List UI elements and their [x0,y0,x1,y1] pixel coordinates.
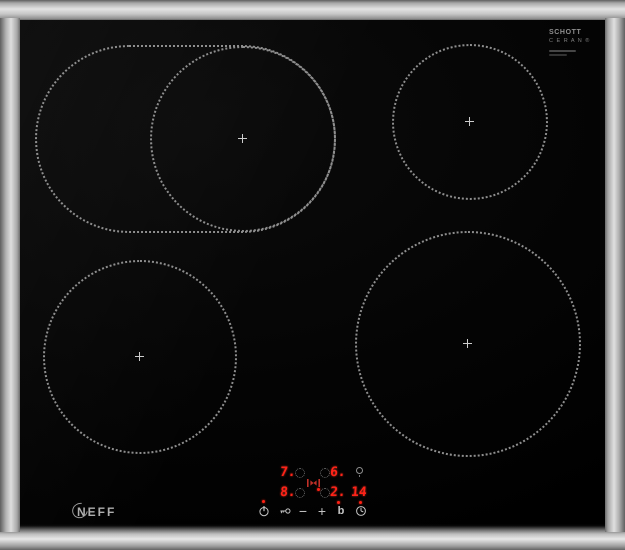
neff-logo: NEFF [69,499,116,522]
zone-select-ring-rear-left[interactable] [295,468,305,478]
move-pan-indicator-icon [307,479,320,487]
model-fineprint [549,49,590,56]
child-lock-button[interactable] [279,505,291,517]
timer-led-left [337,501,340,504]
zone-select-ring-rear-right[interactable] [320,468,330,478]
power-button[interactable] [258,505,270,517]
ceran-text: C E R A N ® [549,37,591,44]
zone-center-mark-front-left [135,352,144,361]
touch-control-panel: 7. 6. 8. 2. 14 − + b [250,460,410,526]
power-standby-icon [259,506,269,517]
clock-timer-button[interactable] [355,505,367,517]
zone-center-mark-rear-right [465,117,474,126]
induction-hob: SCHOTT C E R A N ® NEFF 7. 6. 8. 2. 14 −… [0,0,625,550]
zone-select-ring-front-left[interactable] [295,488,305,498]
plus-button[interactable]: + [316,504,328,518]
level-display-front-left: 8. [279,485,297,500]
indicator-lamp-icon [356,467,363,477]
level-display-rear-right: 6. [329,465,347,480]
zone-center-mark-front-right [463,339,472,348]
zone-center-mark-rear-left [238,134,247,143]
timer-led-right [359,501,362,504]
timer-display: 14 [350,485,368,500]
glass-brand-marking: SCHOTT C E R A N ® [549,29,590,58]
minus-button[interactable]: − [297,504,309,518]
level-display-front-right: 2. [329,485,347,500]
schott-text: SCHOTT [549,29,582,36]
timer-function-button[interactable]: b [335,505,347,517]
zone-select-ring-front-right[interactable] [320,488,330,498]
steel-frame-bottom [0,530,625,550]
level-display-rear-left: 7. [279,465,297,480]
steel-frame-right [605,18,625,532]
steel-frame-top [0,0,625,20]
power-on-led [262,500,265,503]
clock-timer-icon [356,506,366,516]
key-icon [280,508,291,514]
ceramic-glass-surface: SCHOTT C E R A N ® NEFF 7. 6. 8. 2. 14 −… [20,20,605,530]
steel-frame-left [0,18,20,532]
